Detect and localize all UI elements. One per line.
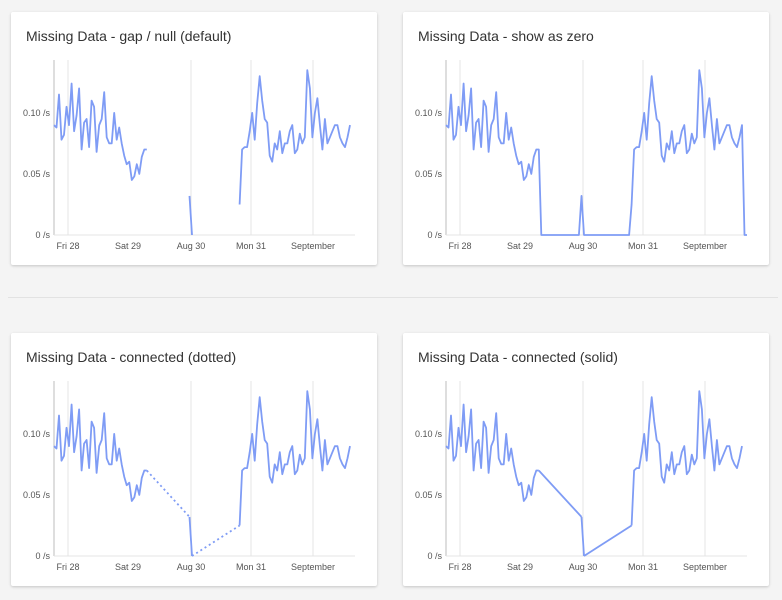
x-tick-label: Mon 31 <box>236 241 266 251</box>
x-tick-label: Aug 30 <box>569 562 598 572</box>
chart-dotted: 0 /s 0.05 /s 0.10 /s Fri 28 Sat 29 Aug 30 Mon … <box>23 381 355 572</box>
y-tick-label: 0.05 /s <box>23 169 51 179</box>
y-tick-label: 0.05 /s <box>415 490 443 500</box>
x-tick-label: Sat 29 <box>507 562 533 572</box>
y-tick-label: 0.05 /s <box>415 169 443 179</box>
x-tick-label: Aug 30 <box>177 562 206 572</box>
x-tick-label: September <box>291 562 335 572</box>
series-line <box>238 69 351 205</box>
x-tick-label: September <box>683 241 727 251</box>
y-tick-label: 0.10 /s <box>23 108 51 118</box>
x-tick-label: Sat 29 <box>115 562 141 572</box>
chart-card-solid: Missing Data - connected (solid) 0 /s 0.0… <box>403 333 769 586</box>
y-tick-label: 0 /s <box>35 230 50 240</box>
series-line-bridge <box>146 469 191 518</box>
chart-card-dotted: Missing Data - connected (dotted) 0 /s 0.… <box>11 333 377 586</box>
series-line <box>580 516 585 557</box>
chart-card-zero: Missing Data - show as zero 0 /s 0.05 /s 0… <box>403 12 769 265</box>
x-tick-label: Mon 31 <box>628 562 658 572</box>
x-tick-label: Mon 31 <box>236 562 266 572</box>
x-tick-label: Fri 28 <box>448 562 471 572</box>
x-tick-label: Sat 29 <box>115 241 141 251</box>
series-line <box>538 469 583 518</box>
series-line-bridge <box>191 524 241 557</box>
y-tick-label: 0 /s <box>427 230 442 240</box>
x-tick-label: Mon 31 <box>628 241 658 251</box>
series-line <box>238 390 351 526</box>
x-tick-label: Fri 28 <box>448 241 471 251</box>
y-tick-label: 0.10 /s <box>415 108 443 118</box>
x-tick-label: Sat 29 <box>507 241 533 251</box>
x-tick-label: Aug 30 <box>569 241 598 251</box>
series-line <box>445 69 747 236</box>
y-tick-label: 0 /s <box>427 551 442 561</box>
y-tick-label: 0.05 /s <box>23 490 51 500</box>
series-line <box>188 195 193 236</box>
series-line <box>583 524 633 557</box>
x-tick-label: Fri 28 <box>56 562 79 572</box>
y-tick-label: 0.10 /s <box>23 429 51 439</box>
section-divider <box>8 297 778 298</box>
x-tick-label: Fri 28 <box>56 241 79 251</box>
y-tick-label: 0.10 /s <box>415 429 443 439</box>
chart-gap: 0 /s 0.05 /s 0.10 /s Fri 28 Sat 29 Aug 30 Mon … <box>23 60 355 251</box>
x-tick-label: September <box>291 241 335 251</box>
x-tick-label: Aug 30 <box>177 241 206 251</box>
x-tick-label: September <box>683 562 727 572</box>
series-line <box>630 390 743 526</box>
chart-zero: 0 /s 0.05 /s 0.10 /s Fri 28 Sat 29 Aug 30 Mon … <box>415 60 747 251</box>
chart-card-gap: Missing Data - gap / null (default) 0 /s… <box>11 12 377 265</box>
series-line <box>188 516 193 557</box>
chart-solid: 0 /s 0.05 /s 0.10 /s Fri 28 Sat 29 Aug 30 Mon … <box>415 381 747 572</box>
y-tick-label: 0 /s <box>35 551 50 561</box>
